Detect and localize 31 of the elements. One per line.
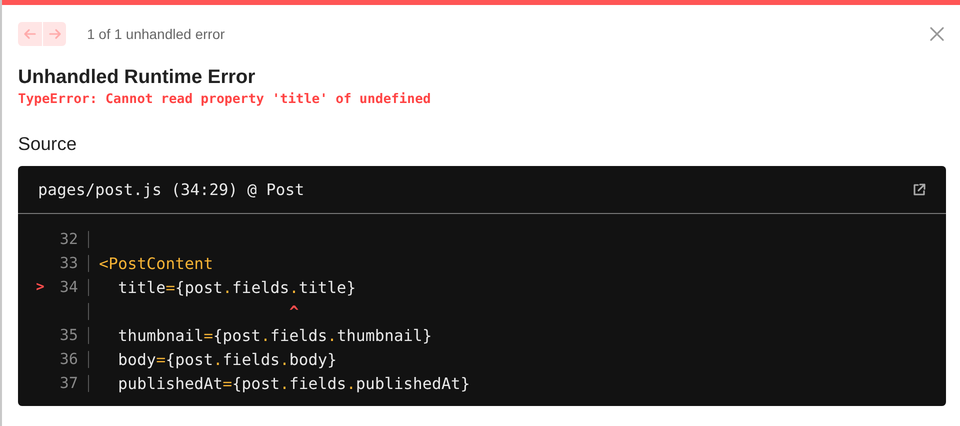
gutter-line: [88, 230, 89, 248]
line-number: 37: [58, 374, 78, 392]
error-line-marker: >: [36, 279, 46, 295]
close-button[interactable]: [928, 25, 946, 43]
error-count: 1 of 1 unhandled error: [87, 26, 225, 42]
gutter-line: [88, 350, 89, 368]
line-number: 34: [58, 278, 78, 296]
line-number: 33: [58, 254, 78, 272]
gutter-line: [88, 374, 89, 392]
code-line: body={post.fields.body}: [117, 350, 337, 368]
line-number: 35: [58, 326, 78, 344]
close-icon: [929, 26, 945, 42]
error-title: Unhandled Runtime Error: [18, 65, 256, 89]
gutter-line: [88, 254, 89, 272]
right-arrow-icon: [48, 27, 62, 41]
code-line: title={post.fields.title}: [117, 278, 356, 296]
external-link-icon: [912, 182, 926, 196]
gutter-line: [88, 302, 89, 320]
error-message: TypeError: Cannot read property 'title' of undefined: [18, 92, 432, 107]
code-line: publishedAt={post.fields.publishedAt}: [117, 374, 470, 392]
gutter-line: [88, 326, 89, 344]
gutter-line: [88, 278, 89, 296]
error-caret: ^: [288, 302, 299, 320]
line-number: 36: [58, 350, 78, 368]
code-line: <PostContent: [99, 254, 214, 272]
file-location: pages/post.js (34:29) @ Post: [38, 180, 304, 199]
left-arrow-icon: [23, 27, 37, 41]
code-line: thumbnail={post.fields.thumbnail}: [117, 326, 432, 344]
section-heading: Source: [18, 132, 78, 156]
line-number: 32: [58, 230, 78, 248]
open-in-editor-button[interactable]: [912, 182, 926, 196]
